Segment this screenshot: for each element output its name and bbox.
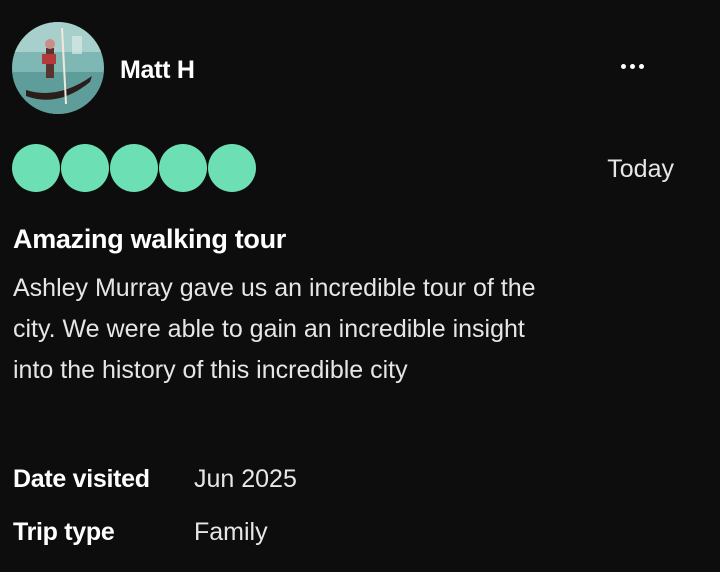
review-body: Ashley Murray gave us an incredible tour… bbox=[13, 268, 693, 391]
review-title: Amazing walking tour bbox=[13, 224, 287, 254]
rating-bubbles bbox=[12, 144, 256, 192]
review-body-line: Ashley Murray gave us an incredible tour… bbox=[13, 274, 536, 302]
rating-bubble bbox=[208, 144, 256, 192]
more-options-dot bbox=[620, 63, 626, 69]
more-options-dot bbox=[638, 63, 644, 69]
more-options-button[interactable] bbox=[612, 50, 652, 82]
reviewer-avatar[interactable] bbox=[12, 22, 104, 114]
review-body-line: into the history of this incredible city bbox=[13, 356, 408, 384]
trip-type-value: Family bbox=[194, 518, 268, 546]
gondola-photo-icon bbox=[12, 22, 104, 114]
rating-bubble bbox=[110, 144, 158, 192]
rating-bubble bbox=[61, 144, 109, 192]
trip-type-label: Trip type bbox=[13, 518, 115, 546]
rating-bubble bbox=[12, 144, 60, 192]
date-visited-label: Date visited bbox=[13, 465, 150, 493]
more-options-dot bbox=[629, 63, 635, 69]
rating-bubble bbox=[159, 144, 207, 192]
reviewer-name[interactable]: Matt H bbox=[120, 54, 195, 86]
review-date: Today bbox=[607, 155, 674, 183]
date-visited-value: Jun 2025 bbox=[194, 465, 297, 493]
review-body-line: city. We were able to gain an incredible… bbox=[13, 315, 525, 343]
